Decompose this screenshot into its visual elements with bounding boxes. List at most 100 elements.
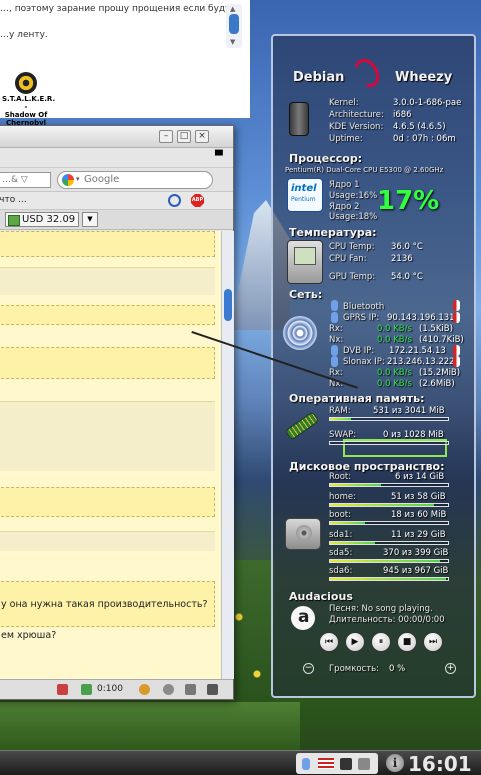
resize-grip-icon[interactable] — [207, 684, 218, 695]
forum-post — [0, 347, 215, 379]
gprs-tx-label: Nx: — [329, 335, 344, 345]
search-placeholder: Google — [84, 174, 120, 185]
addon-status-icon[interactable] — [81, 684, 92, 695]
clipboard-tray-icon[interactable] — [340, 758, 352, 770]
status-flag-icon — [453, 345, 460, 356]
core1-label: Ядро 1 — [329, 180, 360, 190]
cpu-temp-label: CPU Temp: — [329, 242, 375, 252]
info-icon[interactable]: i — [386, 754, 404, 772]
system-tray — [296, 753, 378, 774]
scrollbar-thumb[interactable] — [229, 14, 239, 34]
disk-sda6-bar — [329, 577, 449, 581]
volume-down-icon[interactable]: − — [303, 663, 314, 674]
kernel-value: 3.0.0-1-686-pae — [393, 98, 462, 108]
window-titlebar[interactable]: – □ × — [0, 126, 233, 148]
disk-sda1-bar-fill — [330, 542, 375, 544]
currency-widget[interactable]: USD 32.09 — [5, 212, 79, 227]
settings-icon[interactable] — [163, 684, 174, 695]
disk-root-bar — [329, 483, 449, 487]
scrollbar-thumb[interactable] — [224, 289, 232, 321]
disk-boot-bar — [329, 521, 449, 525]
stalker-shortcut[interactable]: S.T.A.L.K.E.R. - Shadow Of Chernobyl — [2, 72, 55, 127]
gprs-rx-total: (1.5KiB) — [419, 324, 453, 334]
bookmark-status-icon[interactable] — [185, 684, 196, 695]
maximize-icon[interactable]: □ — [177, 130, 191, 143]
cpu-model: Pentium(R) Dual-Core CPU E5300 @ 2.60GHz — [285, 166, 444, 174]
smiley-icon[interactable] — [139, 684, 150, 695]
flag-icon[interactable] — [57, 684, 68, 695]
dvb-rx-rate: 0.0 KB/s — [377, 368, 412, 378]
url-bar[interactable]: …& ▽ — [0, 172, 51, 188]
google-icon[interactable] — [62, 174, 74, 186]
forum-post — [0, 267, 215, 295]
bookmark-item[interactable]: ь что ... — [0, 195, 27, 205]
forum-post — [0, 401, 215, 471]
device-tray-icon[interactable] — [358, 758, 370, 770]
gprs-label: GPRS IP: — [343, 313, 380, 323]
page-scrollbar[interactable] — [221, 231, 234, 679]
clock[interactable]: 16:01 — [408, 752, 472, 775]
dvb-rx-total: (15.2MiB) — [419, 368, 461, 378]
menu-overflow-icon[interactable]: ▀ — [215, 151, 223, 162]
cpu-fan-value: 2136 — [391, 254, 413, 264]
conky-monitor-panel: Debian Wheezy Kernel: 3.0.0-1-686-pae Ar… — [271, 34, 476, 698]
disk-boot-label: boot: — [329, 510, 351, 520]
disk-sda6-value: 945 из 967 GiB — [383, 566, 449, 576]
chevron-down-icon[interactable]: ▼ — [82, 212, 98, 227]
disk-sda1-value: 11 из 29 GiB — [391, 530, 446, 540]
network-section-title: Сеть: — [289, 288, 323, 301]
ram-value: 531 из 3041 MiB — [373, 406, 445, 416]
minimize-icon[interactable]: – — [159, 130, 173, 143]
disk-sda1-label: sda1: — [329, 530, 353, 540]
adblock-icon[interactable]: ABP — [191, 194, 204, 207]
scroll-down-icon[interactable]: ▼ — [230, 38, 235, 46]
previous-track-icon[interactable]: ⏮ — [319, 632, 339, 652]
disk-home-bar-fill — [330, 504, 434, 506]
disk-sda6-label: sda6: — [329, 566, 353, 576]
close-icon[interactable]: × — [195, 130, 209, 143]
kde-label: KDE Version: — [329, 122, 384, 132]
stop-icon[interactable]: ■ — [397, 632, 417, 652]
intel-pentium-icon: intel Pentium — [287, 178, 323, 212]
post-text-line-1: у она нужна такая производительность? — [1, 599, 208, 610]
status-flag-icon — [453, 356, 460, 367]
song-title: Песня: No song playing. — [329, 604, 433, 614]
gprs-tx-total: (410.7KiB) — [419, 335, 464, 345]
disk-sda5-bar — [329, 559, 449, 563]
volume-up-icon[interactable]: + — [445, 663, 456, 674]
disk-sda5-label: sda5: — [329, 548, 353, 558]
gprs-rx-rate: 0.0 KB/s — [377, 324, 412, 334]
wallpaper-grass — [0, 702, 300, 750]
scroll-up-icon[interactable]: ▲ — [230, 5, 235, 13]
search-dropdown-icon[interactable]: ▾ — [76, 175, 80, 183]
dvb-rx-label: Rx: — [329, 368, 343, 378]
addon-c-icon[interactable] — [168, 194, 181, 207]
disk-sda6-bar-fill — [330, 578, 446, 580]
gprs-tx-rate: 0.0 KB/s — [377, 335, 412, 345]
slonax-ip: 213.246.13.222 — [387, 357, 455, 367]
kde-value: 4.6.5 (4.6.5) — [393, 122, 446, 132]
swap-value: 0 из 1028 MiB — [383, 430, 444, 440]
bluetooth-tray-icon[interactable] — [302, 758, 310, 770]
disk-root-value: 6 из 14 GiB — [395, 472, 445, 482]
pause-icon[interactable]: ⏸ — [371, 632, 391, 652]
play-icon[interactable]: ▶ — [345, 632, 365, 652]
distro-version: Wheezy — [395, 70, 453, 85]
status-bar: 0:100 — [0, 679, 233, 699]
dvb-label: DVB IP: — [343, 346, 375, 356]
disk-sda5-value: 370 из 399 GiB — [383, 548, 449, 558]
background-scrollbar[interactable]: ▲ ▼ — [226, 4, 242, 48]
uptime-value: 0d : 07h : 06m — [393, 134, 456, 144]
search-input[interactable]: ▾ Google — [57, 171, 213, 189]
disk-sda5-bar-fill — [330, 560, 440, 562]
computer-tower-icon — [289, 102, 309, 136]
us-flag-icon[interactable] — [318, 758, 334, 769]
volume-label: Громкость: — [329, 664, 380, 674]
ram-bar-fill — [330, 418, 351, 420]
kernel-label: Kernel: — [329, 98, 359, 108]
dvb-ip: 172.21.54.13 — [389, 346, 446, 356]
forum-post — [0, 305, 215, 325]
hard-disk-icon — [285, 518, 321, 550]
cpu-fan-label: CPU Fan: — [329, 254, 367, 264]
next-track-icon[interactable]: ⏭ — [423, 632, 443, 652]
